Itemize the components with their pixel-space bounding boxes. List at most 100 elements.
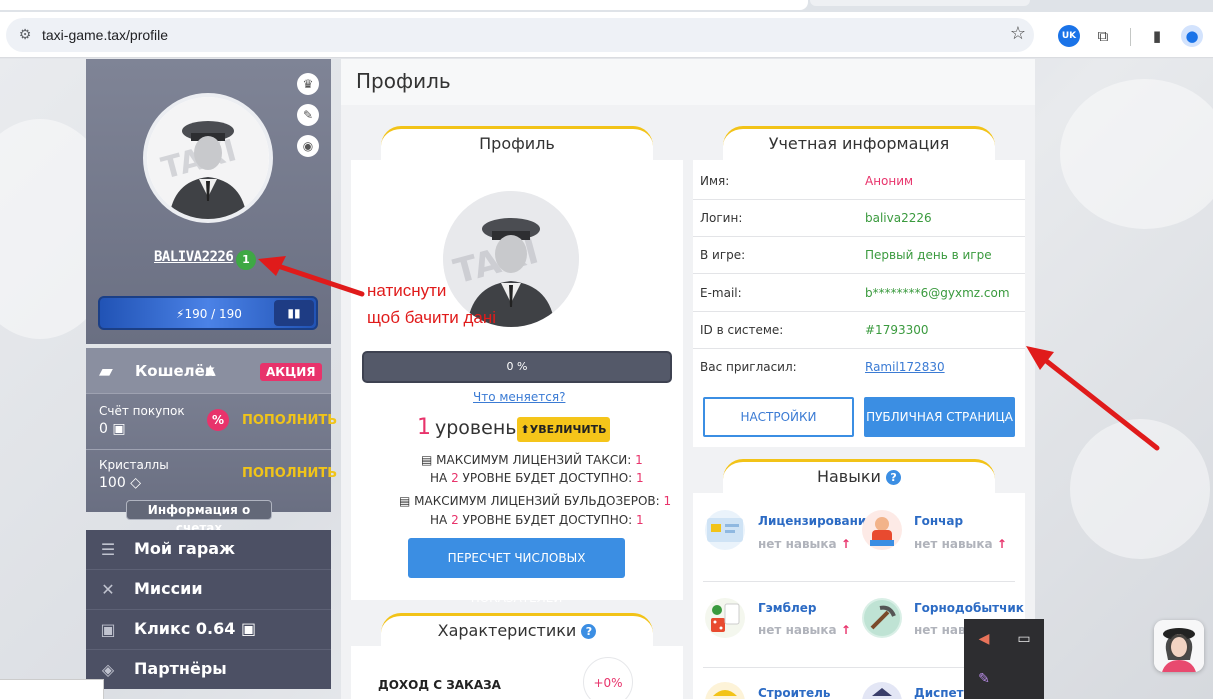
referrer-link[interactable]: Ramil172830 [865, 360, 945, 374]
chat-assistant-avatar[interactable] [1154, 620, 1204, 672]
experience-progress-bar: 0 % [362, 351, 672, 383]
sidebar-item-label: Партнёры [134, 659, 227, 678]
info-row-email: E-mail: b********6@gyxmz.com [693, 275, 1025, 312]
energy-bar[interactable]: ⚡190 / 190 ▮▮ [98, 296, 318, 330]
sidebar-item-clicks[interactable]: ▣ Кликс 0.64 ▣ [86, 610, 331, 650]
hardhat-icon [713, 690, 737, 696]
list-icon: ☰ [100, 540, 116, 559]
settings-button[interactable]: НАСТРОЙКИ [703, 397, 854, 437]
characteristics-card-tab: Характеристики ? [381, 613, 653, 647]
accounts-info-button[interactable]: Информация о счетах [126, 500, 272, 535]
handshake-icon: ◈ [101, 660, 115, 679]
skill-builder-name[interactable]: Строитель [758, 686, 830, 699]
level-number: 1 [417, 415, 431, 440]
avatar: TAXI [143, 93, 273, 223]
recalc-stats-button[interactable]: ПЕРЕСЧЕТ ЧИСЛОВЫХ ПОКАЗАТЕЛЕЙ [408, 538, 625, 605]
extensions-icon[interactable]: ⧉ [1092, 25, 1114, 47]
bulldozer-license-line: ▤ МАКСИМУМ ЛИЦЕНЗИЙ БУЛЬДОЗЕРОВ: 1 [399, 494, 671, 508]
public-page-button[interactable]: ПУБЛИЧНАЯ СТРАНИЦА [864, 397, 1015, 437]
energy-refill-icon[interactable]: ▮▮ [274, 300, 314, 326]
info-value: #1793300 [865, 323, 929, 337]
help-icon[interactable]: ? [581, 624, 597, 639]
feather-icon[interactable]: ✎ [972, 667, 996, 691]
annotation-line2: щоб бачити дані [367, 308, 497, 327]
what-changes-link[interactable]: Что меняется? [473, 390, 565, 404]
tab-strip [0, 0, 1213, 12]
sidebar-item-partners[interactable]: ◈ Партнёры [86, 650, 331, 690]
status-bar [0, 679, 104, 699]
level-badge[interactable]: 1 [236, 250, 256, 270]
cash-icon: ▣ [100, 620, 116, 639]
profile-icon[interactable]: ● [1181, 25, 1203, 47]
sidebar-item-missions[interactable]: ✕ Миссии [86, 570, 331, 610]
progress-text: 0 % [506, 360, 528, 373]
annotation-line1: натиснути [367, 281, 447, 300]
crown-icon[interactable]: ♛ [297, 73, 319, 95]
inactive-tab[interactable] [810, 0, 1030, 6]
info-row-name: Имя: Аноним [693, 163, 1025, 200]
chevron-up-icon[interactable]: ▲ [205, 362, 216, 378]
camera-icon[interactable]: ◉ [297, 135, 319, 157]
pencil-icon[interactable]: ✎ [297, 104, 319, 126]
bookmark-star-icon[interactable]: ☆ [1010, 23, 1026, 44]
crystals-value: 100 ◇ [99, 475, 141, 491]
side-panel-icon[interactable]: ▮ [1146, 25, 1168, 47]
wallet-title[interactable]: Кошелёк [135, 362, 215, 380]
arrow-up-icon[interactable]: ↑ [997, 537, 1007, 551]
license-card-icon [707, 518, 743, 542]
licensing-skill-icon [705, 510, 745, 550]
system-tray-popup: ◀ ▭ ✎ [964, 619, 1044, 699]
skill-status-text: нет навыка [914, 537, 993, 551]
help-icon[interactable]: ? [886, 470, 902, 485]
arrow-up-icon[interactable]: ↑ [841, 623, 851, 637]
address-bar[interactable]: ⚙ taxi-game.tax/profile ☆ [6, 18, 1034, 52]
speaker-icon[interactable]: ◀ [972, 627, 996, 651]
site-settings-icon[interactable]: ⚙ [16, 26, 34, 44]
arrow-up-icon[interactable]: ↑ [841, 537, 851, 551]
taxi-license-value: 1 [635, 453, 643, 467]
sidebar-item-label: Кликс 0.64 ▣ [134, 619, 256, 638]
promo-badge[interactable]: АКЦИЯ [260, 363, 322, 381]
id-card-icon: ▤ [421, 453, 433, 467]
info-value: Первый день в игре [865, 248, 992, 262]
skill-status-text: нет навыка [758, 623, 837, 637]
next-value: 1 [636, 471, 644, 485]
skill-dispatcher-name[interactable]: Диспет [914, 686, 964, 699]
skill-status-text: нет навыка [758, 537, 837, 551]
translate-icon[interactable]: UK [1058, 25, 1080, 47]
dice-cards-icon [711, 603, 740, 632]
info-key: В игре: [700, 248, 746, 262]
potter-icon [870, 517, 894, 546]
driver-avatar-icon: TAXI [147, 97, 269, 219]
headset-icon [872, 688, 892, 696]
arrow-up-icon: ⬆ [520, 423, 530, 436]
sidebar-item-garage[interactable]: ☰ Мой гараж [86, 530, 331, 570]
purchases-number: 0 [99, 421, 108, 437]
income-label: ДОХОД С ЗАКАЗА [378, 678, 501, 692]
topup-purchases-button[interactable]: ПОПОЛНИТЬ [242, 413, 337, 428]
skill-potter-name[interactable]: Гончар [914, 514, 963, 528]
next-level: 2 [451, 513, 459, 527]
monitor-icon[interactable]: ▭ [1012, 627, 1036, 651]
available-label: УРОВНЕ БУДЕТ ДОСТУПНО: [462, 513, 633, 527]
username-link[interactable]: BALIVA2226 [154, 249, 234, 265]
cash-icon: ▣ [112, 421, 126, 437]
active-tab[interactable] [0, 0, 808, 10]
skill-gambler-name[interactable]: Гэмблер [758, 601, 816, 615]
background-decor [1070, 419, 1210, 559]
topup-crystals-button[interactable]: ПОПОЛНИТЬ [242, 466, 337, 481]
next-value: 1 [636, 513, 644, 527]
taxi-license-label: МАКСИМУМ ЛИЦЕНЗИЙ ТАКСИ: [436, 453, 632, 467]
info-key: ID в системе: [700, 323, 784, 337]
url-text[interactable]: taxi-game.tax/profile [42, 27, 168, 43]
wallet-divider [86, 449, 331, 450]
diamond-icon: ◇ [130, 475, 141, 491]
increase-level-button[interactable]: ⬆УВЕЛИЧИТЬ [517, 417, 610, 442]
next-level: 2 [451, 471, 459, 485]
energy-text: ⚡190 / 190 [176, 307, 242, 321]
crystals-number: 100 [99, 475, 126, 491]
browser-toolbar: ⚙ taxi-game.tax/profile ☆ UK ⧉ ▮ ● [0, 12, 1213, 58]
info-key: Логин: [700, 211, 743, 225]
skill-miner-name[interactable]: Горнодобытчик [914, 601, 1024, 615]
skill-licensing-name[interactable]: Лицензирование [758, 514, 874, 528]
